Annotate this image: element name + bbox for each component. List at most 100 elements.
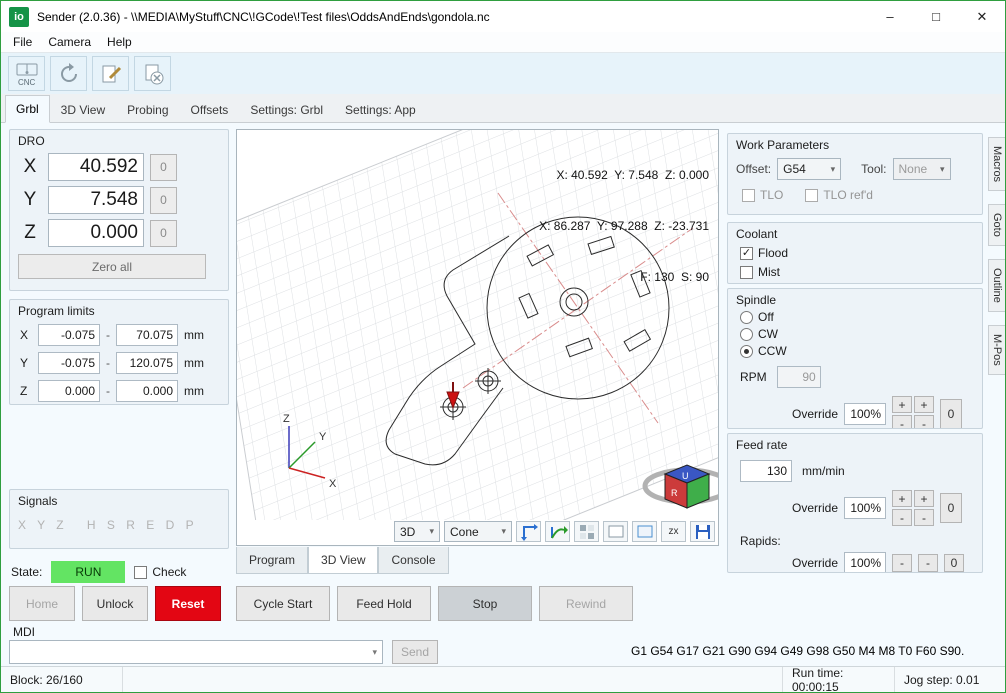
dro-y-value[interactable]: 7.548 xyxy=(48,186,144,214)
save-view-button[interactable] xyxy=(690,521,715,542)
cycle-start-button[interactable]: Cycle Start xyxy=(236,586,330,621)
dro-row-y: Y 7.548 0 xyxy=(18,186,220,214)
tlo-row: TLO TLO ref'd xyxy=(742,188,974,202)
flyout-tab-goto[interactable]: Goto xyxy=(988,204,1005,246)
work-envelope-toggle-button[interactable] xyxy=(632,521,657,542)
spindle-override-reset-button[interactable]: 0 xyxy=(940,399,963,428)
fit-view-button[interactable] xyxy=(516,521,541,542)
rapids-override-minus-coarse-button[interactable]: - xyxy=(892,554,913,572)
reset-button[interactable]: Reset xyxy=(155,586,221,621)
feed-override-minus-coarse-button[interactable]: - xyxy=(892,509,913,526)
tab-3d-view-inner[interactable]: 3D View xyxy=(308,547,379,574)
mist-label: Mist xyxy=(758,265,780,279)
menu-file[interactable]: File xyxy=(5,33,40,51)
minimize-button[interactable]: – xyxy=(867,1,913,32)
menu-camera[interactable]: Camera xyxy=(40,33,99,51)
offset-select[interactable]: G54 ▾ xyxy=(777,158,842,180)
tab-offsets[interactable]: Offsets xyxy=(180,96,240,123)
axis-x-label: X xyxy=(329,478,337,490)
mdi-input[interactable] xyxy=(10,642,368,662)
home-button[interactable]: Home xyxy=(9,586,75,621)
dro-z-value[interactable]: 0.000 xyxy=(48,219,144,247)
feed-rate-unit: mm/min xyxy=(802,464,845,478)
feed-override-row: Override 100% + + - - 0 xyxy=(792,490,982,526)
zero-x-button[interactable]: 0 xyxy=(150,153,177,181)
spindle-override-minus-coarse-button[interactable]: - xyxy=(892,415,913,428)
spindle-override-plus-coarse-button[interactable]: + xyxy=(892,396,913,413)
flyout-tab-outline[interactable]: Outline xyxy=(988,258,1005,312)
maximize-button[interactable]: □ xyxy=(913,1,959,32)
limits-separator: - xyxy=(106,356,110,370)
zero-y-button[interactable]: 0 xyxy=(150,186,177,214)
chevron-down-icon[interactable]: ▾ xyxy=(367,647,382,658)
close-file-button[interactable] xyxy=(134,56,171,91)
tab-settings-app[interactable]: Settings: App xyxy=(334,96,427,123)
limits-z-label: Z xyxy=(20,384,28,398)
rapids-override-reset-button[interactable]: 0 xyxy=(944,554,965,572)
tlo-label: TLO xyxy=(760,188,784,202)
signals-axes: X Y Z xyxy=(18,518,68,532)
rewind-button[interactable]: Rewind xyxy=(539,586,633,621)
limits-y-unit: mm xyxy=(184,356,204,370)
spindle-cw-radio[interactable]: CW xyxy=(740,327,982,341)
rotate-view-button[interactable] xyxy=(545,521,570,542)
zero-z-button[interactable]: 0 xyxy=(150,219,177,247)
feed-override-reset-button[interactable]: 0 xyxy=(940,493,963,523)
flyout-tab-mpos[interactable]: M-Pos xyxy=(988,324,1005,375)
rpm-input[interactable]: 90 xyxy=(776,366,821,388)
feed-override-minus-fine-button[interactable]: - xyxy=(914,509,935,526)
check-mode-checkbox[interactable]: Check xyxy=(134,565,186,579)
tlo-checkbox[interactable]: TLO xyxy=(742,188,783,202)
rapids-label: Rapids: xyxy=(740,534,781,548)
tab-3d-view[interactable]: 3D View xyxy=(50,96,116,123)
tool-marker-select[interactable]: Cone ▾ xyxy=(444,521,512,542)
mist-checkbox[interactable]: Mist xyxy=(740,265,982,279)
edit-file-button[interactable] xyxy=(92,56,129,91)
spindle-override-minus-fine-button[interactable]: - xyxy=(914,415,935,428)
tool-select[interactable]: None ▾ xyxy=(892,158,951,180)
coolant-group: Coolant ✓ Flood Mist xyxy=(727,222,983,284)
viewport-3d[interactable]: Z Y X U R X: 40.592 Y: 7.548 Z: 0.000 X:… xyxy=(209,28,776,638)
tab-probing[interactable]: Probing xyxy=(116,96,179,123)
program-limits-group: Program limits X -0.075 - 70.075 mm Y -0… xyxy=(9,299,229,405)
feed-rate-input[interactable]: 130 xyxy=(740,460,792,482)
mdi-label: MDI xyxy=(13,625,35,639)
flyout-tab-macros[interactable]: Macros xyxy=(988,137,1005,192)
tab-console[interactable]: Console xyxy=(378,547,449,574)
program-limits-title: Program limits xyxy=(18,304,95,318)
checkbox-icon xyxy=(742,188,755,202)
reload-file-button[interactable] xyxy=(50,56,87,91)
plane-zx-label: zx xyxy=(668,526,679,537)
machine-control-buttons: Home Unlock Reset xyxy=(9,586,221,621)
unlock-button[interactable]: Unlock xyxy=(82,586,148,621)
tlo-refd-checkbox[interactable]: TLO ref'd xyxy=(805,188,873,202)
rapids-override-value: 100% xyxy=(844,552,887,572)
status-block: Block: 26/160 xyxy=(1,667,123,692)
rapids-override-minus-fine-button[interactable]: - xyxy=(918,554,939,572)
machine-connect-button[interactable]: CNC xyxy=(8,56,45,91)
spindle-override-plus-fine-button[interactable]: + xyxy=(914,396,935,413)
send-button[interactable]: Send xyxy=(392,640,438,664)
spindle-off-radio[interactable]: Off xyxy=(740,310,982,324)
zero-all-button[interactable]: Zero all xyxy=(18,254,206,279)
overlay-wpos: X: 40.592 Y: 7.548 Z: 0.000 xyxy=(556,168,709,182)
view-mode-select[interactable]: 3D ▾ xyxy=(394,521,440,542)
grid-toggle-button[interactable] xyxy=(574,521,599,542)
close-button[interactable]: ✕ xyxy=(959,1,1005,32)
stop-button[interactable]: Stop xyxy=(438,586,532,621)
bounds-toggle-button[interactable] xyxy=(603,521,628,542)
tab-settings-grbl[interactable]: Settings: Grbl xyxy=(239,96,334,123)
feed-override-plus-fine-button[interactable]: + xyxy=(914,490,935,507)
flood-checkbox[interactable]: ✓ Flood xyxy=(740,246,982,260)
dro-x-value[interactable]: 40.592 xyxy=(48,153,144,181)
spindle-ccw-radio[interactable]: CCW xyxy=(740,344,982,358)
limits-z-max: 0.000 xyxy=(116,380,178,402)
feed-hold-button[interactable]: Feed Hold xyxy=(337,586,431,621)
mdi-row: ▾ Send xyxy=(9,640,438,664)
plane-zx-button[interactable]: zx xyxy=(661,521,686,542)
feed-override-plus-coarse-button[interactable]: + xyxy=(892,490,913,507)
tab-grbl[interactable]: Grbl xyxy=(5,95,50,123)
offset-tool-row: Offset: G54 ▾ Tool: None ▾ xyxy=(736,158,974,180)
menu-help[interactable]: Help xyxy=(99,33,140,51)
tab-program[interactable]: Program xyxy=(236,547,309,574)
